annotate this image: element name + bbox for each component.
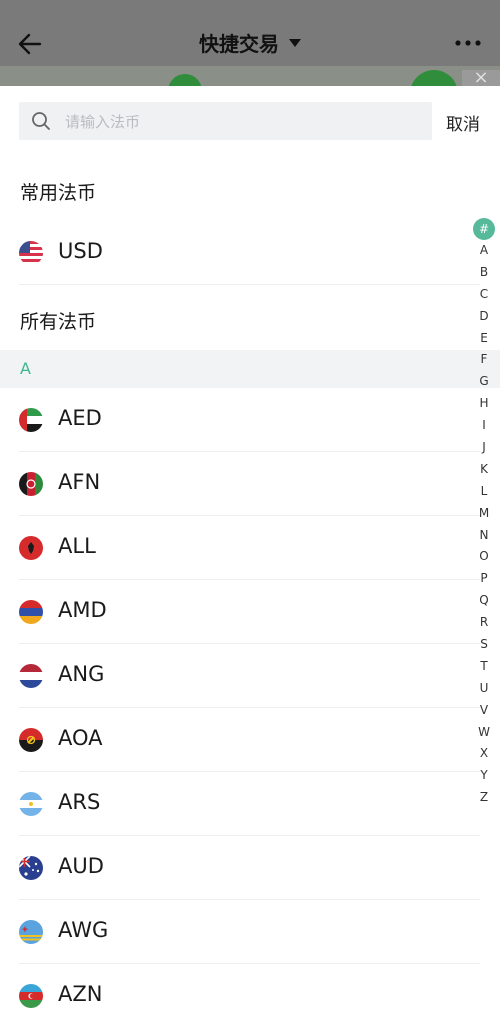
currency-row-afn[interactable]: AFN <box>0 452 480 516</box>
index-letter-l[interactable]: L <box>472 481 496 503</box>
aruba-flag-icon <box>19 920 43 944</box>
background-close-icon: × <box>462 69 500 87</box>
currency-row-amd[interactable]: AMD <box>0 580 480 644</box>
netherlands-antilles-flag-icon <box>19 664 43 688</box>
index-letter-i[interactable]: I <box>472 415 496 437</box>
currency-code: AOA <box>58 726 103 750</box>
currency-code: ANG <box>58 662 105 686</box>
australia-flag-icon <box>19 856 43 880</box>
currency-row-azn[interactable]: AZN <box>0 964 480 1028</box>
currency-code: AMD <box>58 598 107 622</box>
currency-code: ARS <box>58 790 101 814</box>
row-divider <box>19 284 480 285</box>
argentina-flag-icon <box>19 792 43 816</box>
currency-row-all[interactable]: ALL <box>0 516 480 580</box>
azerbaijan-flag-icon <box>19 984 43 1008</box>
albania-flag-icon <box>19 536 43 560</box>
index-letter-y[interactable]: Y <box>472 765 496 787</box>
caret-down-icon <box>289 38 301 47</box>
index-letter-m[interactable]: M <box>472 503 496 525</box>
index-letter-h[interactable]: H <box>472 393 496 415</box>
index-letter-a[interactable]: A <box>472 240 496 262</box>
index-letter-w[interactable]: W <box>472 722 496 744</box>
search-box[interactable] <box>19 102 432 142</box>
letter-header-label: A <box>20 359 31 378</box>
index-letter-z[interactable]: Z <box>472 787 496 809</box>
currency-row-usd[interactable]: USD <box>0 221 480 285</box>
common-currencies-label: 常用法币 <box>20 182 97 204</box>
search-input[interactable] <box>63 102 417 142</box>
uae-flag-icon <box>19 408 43 432</box>
index-letters: ABCDEFGHIJKLMNOPQRSTUVWXYZ <box>472 240 496 809</box>
alphabet-index-bar[interactable]: # ABCDEFGHIJKLMNOPQRSTUVWXYZ <box>472 218 496 809</box>
index-letter-v[interactable]: V <box>472 700 496 722</box>
us-flag-icon <box>19 241 43 265</box>
index-letter-s[interactable]: S <box>472 634 496 656</box>
currency-row-aed[interactable]: AED <box>0 388 480 452</box>
index-letter-r[interactable]: R <box>472 612 496 634</box>
page-title: 快捷交易 <box>199 32 279 56</box>
index-letter-u[interactable]: U <box>472 678 496 700</box>
letter-header-a: A <box>0 350 500 388</box>
currency-code: AWG <box>58 918 109 942</box>
cancel-button[interactable]: 取消 <box>446 110 480 135</box>
currency-row-aoa[interactable]: AOA <box>0 708 480 772</box>
more-icon[interactable] <box>454 33 482 53</box>
search-row: 取消 <box>0 102 500 142</box>
search-icon <box>32 112 50 130</box>
index-hash[interactable]: # <box>473 218 495 240</box>
angola-flag-icon <box>19 728 43 752</box>
currency-row-ars[interactable]: ARS <box>0 772 480 836</box>
index-letter-g[interactable]: G <box>472 371 496 393</box>
index-letter-o[interactable]: O <box>472 546 496 568</box>
armenia-flag-icon <box>19 600 43 624</box>
currency-row-ang[interactable]: ANG <box>0 644 480 708</box>
index-letter-d[interactable]: D <box>472 306 496 328</box>
index-letter-t[interactable]: T <box>472 656 496 678</box>
afghanistan-flag-icon <box>19 472 43 496</box>
index-letter-k[interactable]: K <box>472 459 496 481</box>
index-letter-j[interactable]: J <box>472 437 496 459</box>
currency-code: USD <box>58 239 103 263</box>
currency-picker-sheet: 取消 常用法币 USD 所有法币 A AED <box>0 86 500 1009</box>
background-page-title[interactable]: 快捷交易 <box>0 28 500 57</box>
index-letter-q[interactable]: Q <box>472 590 496 612</box>
index-letter-c[interactable]: C <box>472 284 496 306</box>
all-currencies-label: 所有法币 <box>20 311 97 333</box>
index-letter-x[interactable]: X <box>472 743 496 765</box>
index-letter-n[interactable]: N <box>472 525 496 547</box>
index-letter-f[interactable]: F <box>472 349 496 371</box>
index-letter-b[interactable]: B <box>472 262 496 284</box>
currency-row-aud[interactable]: AUD <box>0 836 480 900</box>
index-letter-e[interactable]: E <box>472 328 496 350</box>
currency-code: ALL <box>58 534 96 558</box>
currency-code: AZN <box>58 982 103 1006</box>
index-letter-p[interactable]: P <box>472 568 496 590</box>
currency-code: AFN <box>58 470 101 494</box>
currency-row-awg[interactable]: AWG <box>0 900 480 964</box>
currency-code: AUD <box>58 854 104 878</box>
currency-code: AED <box>58 406 102 430</box>
